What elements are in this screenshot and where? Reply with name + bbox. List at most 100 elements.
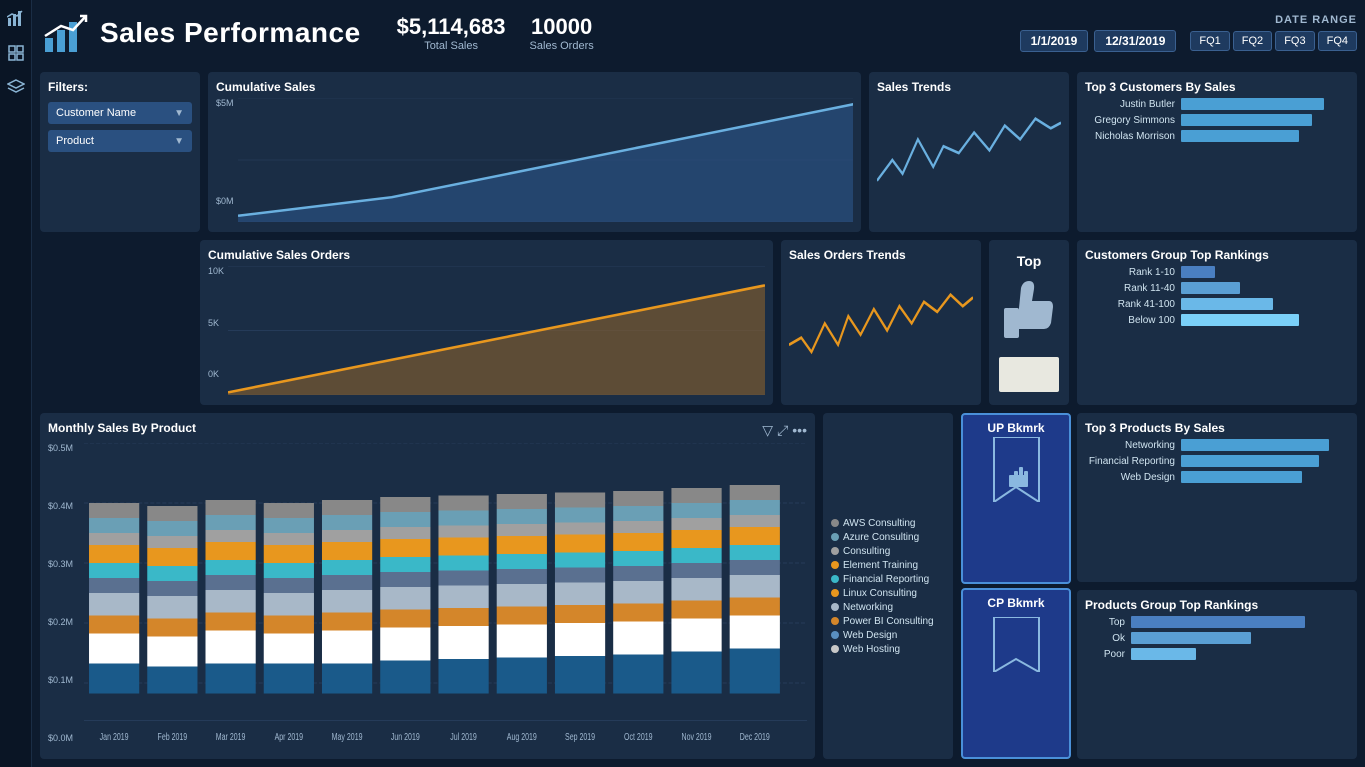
prod-ranking-bar-fill <box>1131 616 1305 628</box>
prod-ranking-bar-track <box>1131 632 1349 644</box>
legend-label-webdesign: Web Design <box>843 630 897 641</box>
right-panel: Top 3 Products By Sales Networking Finan… <box>1077 413 1357 759</box>
legend-dot-powerbi <box>831 617 839 625</box>
top-icon-area: Top <box>989 240 1069 405</box>
product-bar-row: Web Design <box>1085 471 1349 483</box>
sales-orders-label: Sales Orders <box>530 40 594 52</box>
product-bar-track <box>1181 439 1349 451</box>
top-row: Filters: Customer Name ▼ Product ▼ Cumul… <box>40 72 1357 232</box>
up-bookmark-title: UP Bkmrk <box>969 421 1063 435</box>
customer-name-label: Nicholas Morrison <box>1085 131 1175 142</box>
product-label: Product <box>56 135 94 147</box>
prod-ranking-label: Poor <box>1085 649 1125 660</box>
expand-icon[interactable]: ⤢ <box>777 422 788 439</box>
top3-products-bars: Networking Financial Reporting Web Desig… <box>1085 439 1349 483</box>
logo-icon <box>40 8 90 58</box>
logo-area: Sales Performance <box>40 8 361 58</box>
up-bookmark-card[interactable]: UP Bkmrk <box>961 413 1071 584</box>
ranking-bar-track <box>1181 298 1349 310</box>
date-start[interactable]: 1/1/2019 <box>1020 30 1089 52</box>
ranking-bar-fill <box>1181 282 1240 294</box>
svg-text:Feb 2019: Feb 2019 <box>158 731 188 743</box>
rankings-card: Customers Group Top Rankings Rank 1-10 R… <box>1077 240 1357 405</box>
grid-icon[interactable] <box>5 42 27 64</box>
sales-trends-chart <box>877 98 1061 222</box>
prod-rankings-title: Products Group Top Rankings <box>1085 598 1349 612</box>
fq1-button[interactable]: FQ1 <box>1190 31 1229 51</box>
monthly-sales-title: Monthly Sales By Product <box>48 421 196 435</box>
cum-y-bottom: $0M <box>216 196 234 206</box>
fq4-button[interactable]: FQ4 <box>1318 31 1357 51</box>
legend-dot-linux <box>831 589 839 597</box>
cum-y-top: $5M <box>216 98 234 108</box>
product-bar-fill <box>1181 439 1329 451</box>
prod-ranking-bar-row: Ok <box>1085 632 1349 644</box>
ranking-label: Rank 41-100 <box>1085 299 1175 310</box>
rankings-title: Customers Group Top Rankings <box>1085 248 1349 262</box>
filter-icon[interactable]: ▽ <box>762 422 773 439</box>
svg-text:Jan 2019: Jan 2019 <box>100 731 129 743</box>
cp-bookmark-card[interactable]: CP Bkmrk <box>961 588 1071 759</box>
cumulative-sales-card: Cumulative Sales $5M $0M <box>208 72 861 232</box>
ranking-bar-row: Below 100 <box>1085 314 1349 326</box>
customer-name-filter[interactable]: Customer Name ▼ <box>48 102 192 124</box>
sales-trends-card: Sales Trends <box>869 72 1069 232</box>
legend-dot-azure <box>831 533 839 541</box>
bookmark-up-icon <box>989 437 1044 502</box>
legend-dot-webhosting <box>831 645 839 653</box>
svg-text:Oct 2019: Oct 2019 <box>624 731 653 743</box>
more-icon[interactable]: ••• <box>792 422 807 439</box>
main-content: Sales Performance $5,114,683 Total Sales… <box>32 0 1365 767</box>
layers-icon[interactable] <box>5 76 27 98</box>
customer-bar-track <box>1181 114 1349 126</box>
customer-bar-fill <box>1181 114 1312 126</box>
fq2-button[interactable]: FQ2 <box>1233 31 1272 51</box>
cp-bookmark-icon-wrap <box>969 614 1063 674</box>
fq3-button[interactable]: FQ3 <box>1275 31 1314 51</box>
cumulative-orders-title: Cumulative Sales Orders <box>208 248 765 262</box>
legend-azure: Azure Consulting <box>831 532 945 543</box>
prod-ranking-bar-row: Top <box>1085 616 1349 628</box>
chart-bar-icon[interactable] <box>5 8 27 30</box>
monthly-y1: $0.5M <box>48 443 80 453</box>
customer-bar-fill <box>1181 130 1299 142</box>
svg-text:Nov 2019: Nov 2019 <box>682 731 712 743</box>
ranking-bar-track <box>1181 282 1349 294</box>
customer-name-label: Justin Butler <box>1085 99 1175 110</box>
prod-ranking-label: Top <box>1085 617 1125 628</box>
monthly-y4: $0.2M <box>48 617 80 627</box>
cumulative-sales-chart: Jan 2019 Apr 2019 Jul 2019 Oct 2019 <box>238 98 853 222</box>
legend-powerbi: Power BI Consulting <box>831 616 945 627</box>
second-row: Cumulative Sales Orders 10K 5K 0K <box>40 240 1357 405</box>
customer-bar-track <box>1181 98 1349 110</box>
legend-aws: AWS Consulting <box>831 518 945 529</box>
customer-bar-row: Nicholas Morrison <box>1085 130 1349 142</box>
sales-trends-title: Sales Trends <box>877 80 1061 94</box>
svg-text:Apr 2019: Apr 2019 <box>275 731 304 743</box>
sales-orders-metric: 10000 Sales Orders <box>530 14 594 52</box>
filters-panel: Filters: Customer Name ▼ Product ▼ <box>40 72 200 232</box>
legend-dot-aws <box>831 519 839 527</box>
cumulative-orders-chart: Jan 2019 Apr 2019 Jul 2019 Oct 2019 <box>228 266 765 395</box>
product-bar-fill <box>1181 455 1319 467</box>
product-filter[interactable]: Product ▼ <box>48 130 192 152</box>
ranking-bar-fill <box>1181 298 1273 310</box>
customer-filter-arrow: ▼ <box>174 108 184 119</box>
top3-customers-bars: Justin Butler Gregory Simmons Nicholas M… <box>1085 98 1349 142</box>
ranking-bar-track <box>1181 314 1349 326</box>
ranking-label: Below 100 <box>1085 315 1175 326</box>
product-name-label: Networking <box>1085 440 1175 451</box>
legend-label-aws: AWS Consulting <box>843 518 915 529</box>
cp-bookmark-title: CP Bkmrk <box>969 596 1063 610</box>
product-bar-row: Networking <box>1085 439 1349 451</box>
legend-label-networking: Networking <box>843 602 893 613</box>
top-label: Top <box>1017 253 1042 269</box>
bottom-row: Monthly Sales By Product ▽ ⤢ ••• $0.5M $… <box>40 413 1357 759</box>
ranking-bar-track <box>1181 266 1349 278</box>
content-area: Filters: Customer Name ▼ Product ▼ Cumul… <box>40 72 1357 759</box>
ranking-label: Rank 11-40 <box>1085 283 1175 294</box>
date-range-label: DATE RANGE <box>1275 14 1357 26</box>
legend-label-powerbi: Power BI Consulting <box>843 616 934 627</box>
date-end[interactable]: 12/31/2019 <box>1094 30 1176 52</box>
product-bar-track <box>1181 471 1349 483</box>
